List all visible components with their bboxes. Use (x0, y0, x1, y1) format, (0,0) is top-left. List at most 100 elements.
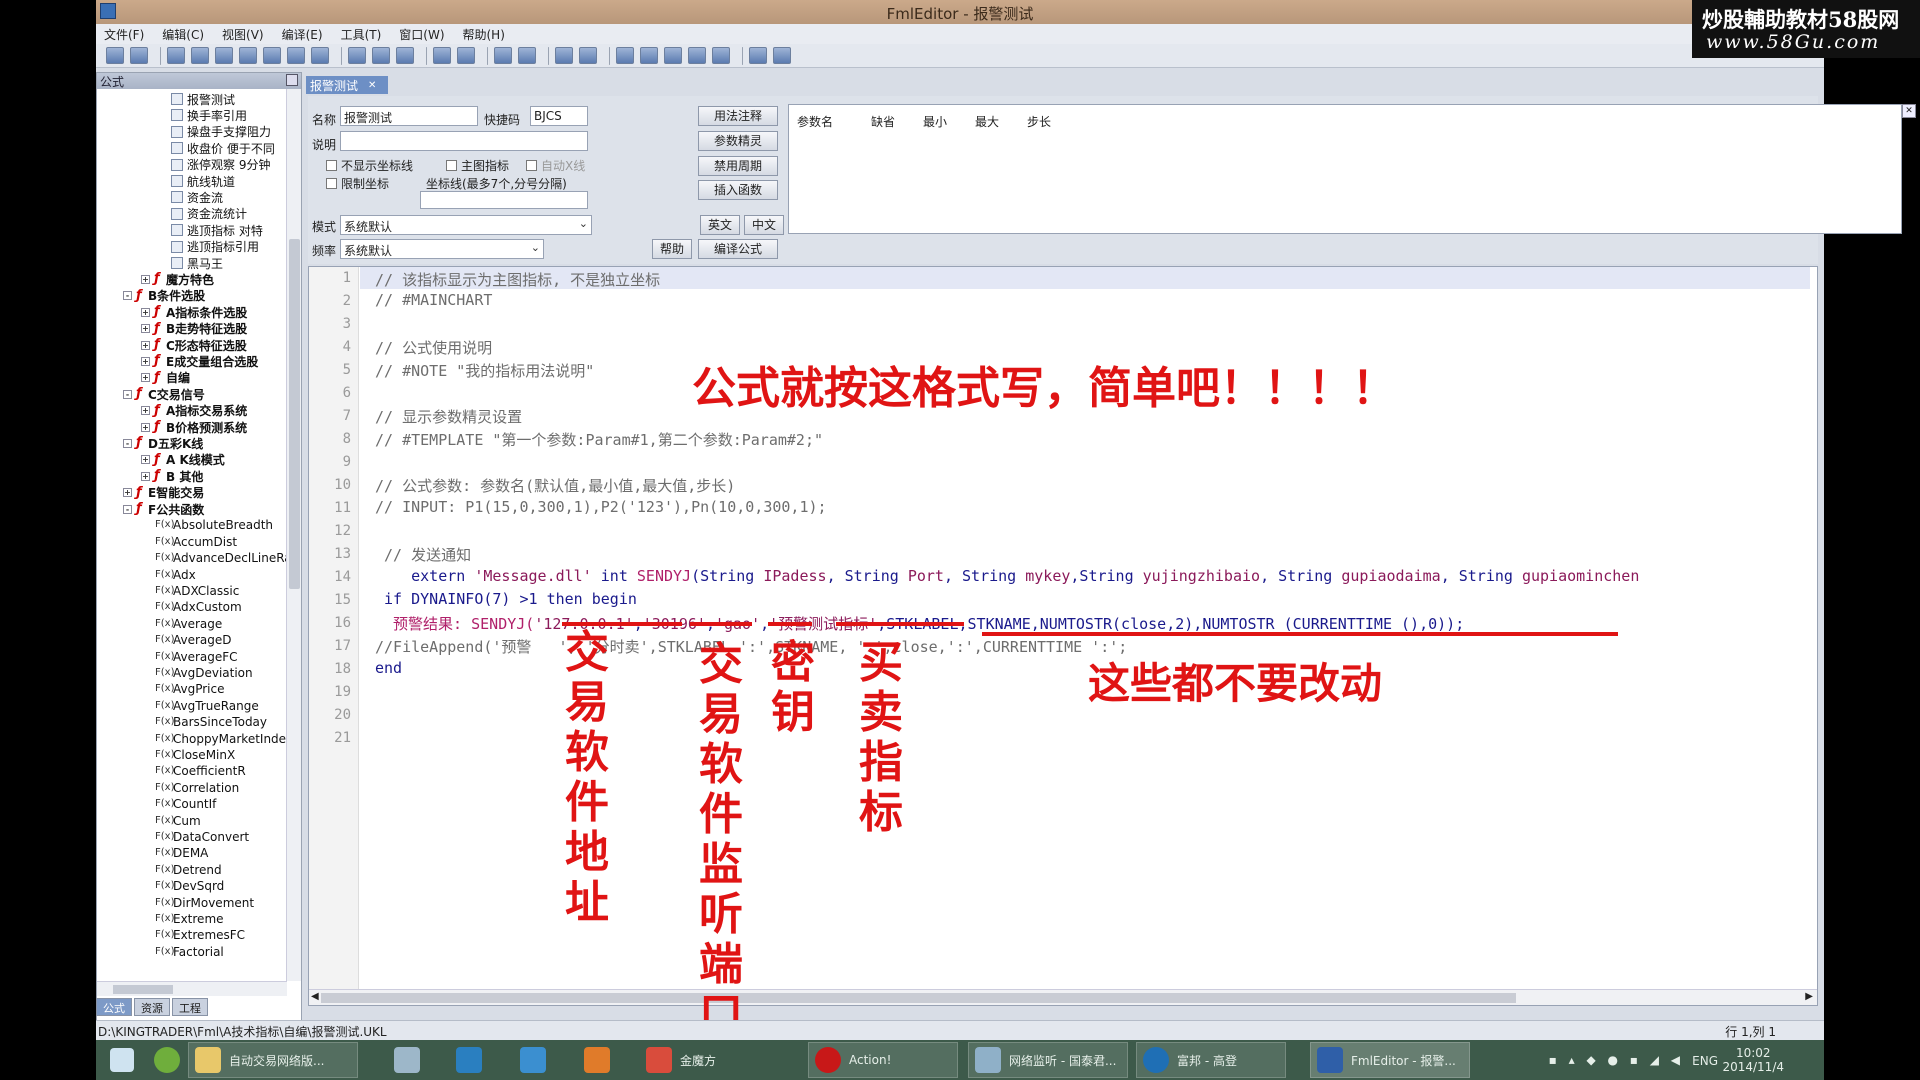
grid-icon[interactable] (712, 47, 730, 64)
expand-icon[interactable]: + (141, 471, 150, 481)
chinese-button[interactable]: 中文 (744, 215, 784, 235)
taskbar-app-orange[interactable] (578, 1042, 618, 1078)
expand-icon[interactable]: + (123, 488, 132, 498)
help-button[interactable]: 帮助 (652, 239, 692, 259)
auto-x-checkbox[interactable]: 自动X线 (526, 157, 585, 174)
limit-axis-checkbox[interactable]: 限制坐标 (326, 175, 389, 192)
insert-function-button[interactable]: 插入函数 (698, 180, 778, 200)
tree-function-item[interactable]: F(x) CloseMinX (155, 747, 235, 763)
description-field[interactable] (340, 131, 588, 151)
open-folder-icon[interactable] (191, 47, 209, 64)
tree-function-item[interactable]: F(x) Extreme (155, 911, 224, 927)
tree-folder-item[interactable]: + ƒ B走势特征选股 (141, 321, 247, 337)
new-file-icon[interactable] (106, 47, 124, 64)
tree-folder-item[interactable]: + ƒ E成交量组合选股 (141, 353, 258, 369)
tree-function-item[interactable]: F(x) AdvanceDeclLineRat (155, 550, 287, 566)
expand-icon[interactable]: + (141, 274, 150, 284)
find-icon[interactable] (494, 47, 512, 64)
tree-formula-item[interactable]: 资金流 (171, 189, 223, 205)
tree-folder-item[interactable]: + ƒ 自编 (141, 370, 190, 386)
taskbar-item-network-monitor[interactable]: 网络监听 - 国泰君... (968, 1042, 1128, 1078)
tree-function-item[interactable]: F(x) AvgTrueRange (155, 698, 259, 714)
expand-icon[interactable]: + (141, 356, 150, 366)
menu-compile[interactable]: 编译(E) (282, 26, 323, 43)
tree-horizontal-scrollbar[interactable] (97, 981, 287, 996)
checkbox-box[interactable] (326, 160, 337, 171)
tree-function-item[interactable]: F(x) Average (155, 616, 222, 632)
panel-close-icon[interactable] (286, 74, 298, 86)
clock[interactable]: 10:02 2014/11/4 (1722, 1046, 1784, 1074)
scroll-left-icon[interactable]: ◀ (311, 991, 319, 1002)
tree-formula-item[interactable]: 报警测试 (171, 91, 235, 107)
tree-function-item[interactable]: F(x) AdxCustom (155, 599, 242, 615)
tab-formula[interactable]: 公式 (96, 998, 132, 1016)
compile-icon[interactable] (616, 47, 634, 64)
tray-icons[interactable]: ▪ ▴ ◆ ● ▪ ◢ ◀ (1549, 1053, 1684, 1067)
expand-icon[interactable]: + (141, 406, 150, 416)
frequency-select[interactable]: 系统默认 ⌄ (340, 239, 544, 259)
print-icon[interactable] (311, 47, 329, 64)
redo-icon[interactable] (457, 47, 475, 64)
tree-formula-item[interactable]: 换手率引用 (171, 107, 247, 123)
tree-folder-item[interactable]: + ƒ B 其他 (141, 468, 203, 484)
tree-function-item[interactable]: F(x) DirMovement (155, 895, 254, 911)
checkbox-box[interactable] (526, 160, 537, 171)
tree-function-item[interactable]: F(x) Adx (155, 567, 196, 583)
main-chart-checkbox[interactable]: 主图指标 (446, 157, 509, 174)
tree-function-item[interactable]: F(x) ChoppyMarketIndex (155, 731, 287, 747)
tree-function-item[interactable]: F(x) ExtremesFC (155, 927, 245, 943)
hide-axis-checkbox[interactable]: 不显示坐标线 (326, 157, 413, 174)
expand-icon[interactable]: + (141, 324, 150, 334)
language-indicator[interactable]: ENG (1692, 1054, 1718, 1068)
undo-icon[interactable] (433, 47, 451, 64)
expand-icon[interactable]: + (141, 422, 150, 432)
checkbox-box[interactable] (326, 178, 337, 189)
menu-window[interactable]: 窗口(W) (399, 26, 444, 43)
help-icon[interactable] (749, 47, 767, 64)
tree-folder-item[interactable]: + ƒ A指标条件选股 (141, 304, 247, 320)
tree-function-item[interactable]: F(x) AvgPrice (155, 681, 225, 697)
expand-icon[interactable]: + (141, 340, 150, 350)
start-button[interactable] (104, 1042, 142, 1078)
tree-formula-item[interactable]: 操盘手支撑阻力 (171, 124, 271, 140)
tree-function-item[interactable]: F(x) AccumDist (155, 534, 237, 550)
scroll-thumb[interactable] (113, 985, 173, 994)
menu-help[interactable]: 帮助(H) (463, 26, 505, 43)
menu-edit[interactable]: 编辑(C) (162, 26, 204, 43)
tree-folder-item[interactable]: + ƒ A指标交易系统 (141, 403, 247, 419)
tree-function-item[interactable]: F(x) BarsSinceToday (155, 714, 267, 730)
tree-folder-item[interactable]: - ƒ B条件选股 (123, 288, 205, 304)
tree-formula-item[interactable]: 收盘价 便于不同 (171, 140, 275, 156)
compile-formula-button[interactable]: 编译公式 (698, 239, 778, 259)
panel-icon[interactable] (664, 47, 682, 64)
tree-folder-item[interactable]: + ƒ C形态特征选股 (141, 337, 247, 353)
tree-folder-item[interactable]: - ƒ C交易信号 (123, 386, 205, 402)
expand-icon[interactable]: + (141, 307, 150, 317)
tree-formula-item[interactable]: 航线轨道 (171, 173, 235, 189)
menu-file[interactable]: 文件(F) (104, 26, 144, 43)
tree-folder-item[interactable]: - ƒ D五彩K线 (123, 435, 203, 451)
axis-lines-field[interactable] (420, 191, 588, 209)
tree-function-item[interactable]: F(x) Correlation (155, 780, 239, 796)
mode-select[interactable]: 系统默认 ⌄ (340, 215, 592, 235)
parameter-grid[interactable]: 参数名 缺省 最小 最大 步长 (788, 104, 1902, 234)
tree-folder-item[interactable]: - ƒ F公共函数 (123, 501, 204, 517)
new-folder-icon[interactable] (130, 47, 148, 64)
import-icon[interactable] (263, 47, 281, 64)
param-close-icon[interactable]: ✕ (1902, 104, 1916, 118)
checkbox-box[interactable] (446, 160, 457, 171)
collapse-icon[interactable]: - (123, 389, 132, 399)
zoom-out-icon[interactable] (579, 47, 597, 64)
taskbar-app-network[interactable] (450, 1042, 490, 1078)
editor-horizontal-scrollbar[interactable]: ◀ ▶ (309, 989, 1817, 1005)
tree-function-item[interactable]: F(x) AverageD (155, 632, 232, 648)
tree-function-item[interactable]: F(x) AvgDeviation (155, 665, 253, 681)
tree-function-item[interactable]: F(x) Cum (155, 813, 201, 829)
export-icon[interactable] (287, 47, 305, 64)
tree-vertical-scrollbar[interactable] (286, 89, 301, 981)
english-button[interactable]: 英文 (700, 215, 740, 235)
collapse-icon[interactable]: - (123, 291, 132, 301)
taskbar-item-fubon[interactable]: 富邦 - 高登 (1136, 1042, 1286, 1078)
copy-icon[interactable] (372, 47, 390, 64)
name-field[interactable]: 报警测试 (340, 106, 478, 126)
